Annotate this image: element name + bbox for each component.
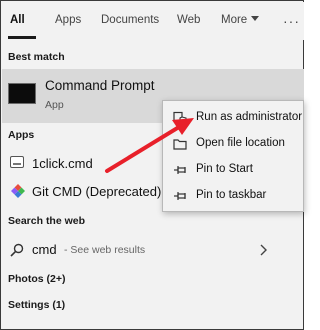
menu-item-pin-to-start[interactable]: Pin to Start — [163, 157, 303, 183]
list-item[interactable]: Git CMD (Deprecated) — [2, 179, 182, 205]
git-icon — [11, 184, 25, 198]
tab-more[interactable]: More — [221, 14, 260, 26]
photos-link[interactable]: Photos (2+) — [8, 273, 65, 285]
menu-item-label: Pin to taskbar — [196, 189, 267, 201]
caret-down-icon — [251, 16, 260, 21]
menu-item-open-file-location[interactable]: Open file location — [163, 131, 303, 157]
best-match-heading: Best match — [8, 51, 65, 63]
folder-icon — [173, 139, 187, 150]
app-label: Git CMD (Deprecated) — [32, 184, 162, 199]
search-icon — [10, 243, 24, 257]
best-match-subtitle: App — [45, 99, 64, 111]
web-heading: Search the web — [8, 215, 86, 227]
tab-web[interactable]: Web — [177, 14, 200, 26]
list-item[interactable]: 1click.cmd — [2, 151, 182, 177]
settings-link[interactable]: Settings (1) — [8, 299, 65, 311]
web-query: cmd — [32, 242, 57, 257]
app-label: 1click.cmd — [32, 156, 93, 171]
menu-item-label: Pin to Start — [196, 163, 253, 175]
tab-all[interactable]: All — [10, 14, 25, 26]
menu-item-label: Run as administrator — [196, 111, 303, 123]
pin-icon — [174, 166, 186, 174]
tab-apps[interactable]: Apps — [55, 14, 81, 26]
apps-heading: Apps — [8, 129, 35, 141]
tab-active-indicator — [8, 36, 36, 39]
web-result-item[interactable]: cmd - See web results — [2, 237, 304, 263]
tab-bar: All Apps Documents Web More ··· — [2, 2, 304, 40]
menu-item-pin-to-taskbar[interactable]: Pin to taskbar — [163, 183, 303, 209]
command-prompt-icon — [8, 83, 36, 104]
ellipsis-icon[interactable]: ··· — [283, 13, 300, 29]
file-icon — [10, 156, 24, 168]
shield-icon — [173, 111, 187, 125]
menu-item-run-as-administrator[interactable]: Run as administrator — [163, 105, 303, 131]
tab-more-label: More — [221, 14, 248, 26]
chevron-right-icon[interactable] — [259, 244, 267, 256]
pin-icon — [174, 192, 186, 200]
web-hint: - See web results — [64, 244, 146, 256]
best-match-title: Command Prompt — [45, 78, 155, 93]
menu-item-label: Open file location — [196, 137, 285, 149]
tab-documents[interactable]: Documents — [101, 14, 159, 26]
context-menu: Run as administrator Open file location … — [162, 100, 304, 212]
search-panel: All Apps Documents Web More ··· Best mat… — [0, 0, 304, 330]
